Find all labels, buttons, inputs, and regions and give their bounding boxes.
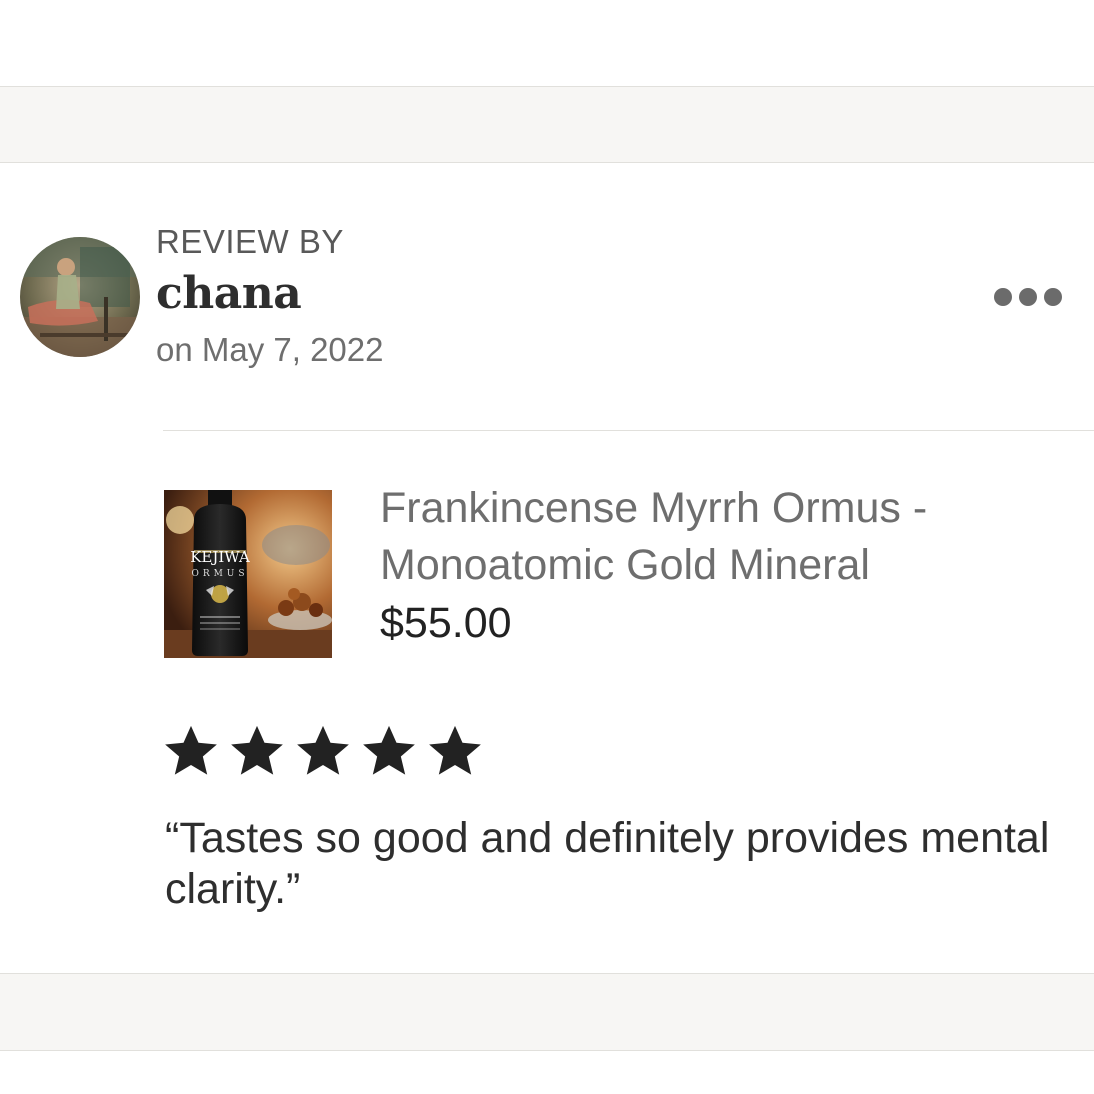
- review-text: “Tastes so good and definitely provides …: [165, 814, 1050, 913]
- star-icon: [231, 725, 283, 775]
- product-title-link[interactable]: Frankincense Myrrh Ormus - Monoatomic Go…: [380, 480, 1060, 594]
- avatar-photo: [20, 237, 140, 357]
- more-dot: [994, 288, 1012, 306]
- star-icon: [363, 725, 415, 775]
- bottle-sub-text: ORMUS: [191, 569, 248, 579]
- more-dot: [1044, 288, 1062, 306]
- star-icon: [429, 725, 481, 775]
- more-options-icon[interactable]: [986, 282, 1070, 312]
- bottom-separator-band: [0, 973, 1094, 1051]
- bottle-brand-text: KEJIWA: [190, 548, 250, 566]
- top-separator-band: [0, 86, 1094, 163]
- product-price: $55.00: [380, 599, 512, 647]
- product-thumbnail[interactable]: KEJIWA ORMUS: [164, 490, 332, 658]
- product-photo: KEJIWA ORMUS: [164, 490, 332, 658]
- star-rating: [162, 722, 484, 780]
- star-icon: [165, 725, 217, 775]
- reviewer-name[interactable]: chana: [156, 266, 302, 322]
- section-divider: [163, 430, 1094, 431]
- review-by-label: REVIEW BY: [156, 223, 344, 260]
- more-dot: [1019, 288, 1037, 306]
- star-icon: [297, 725, 349, 775]
- review-date: on May 7, 2022: [156, 331, 384, 368]
- reviewer-avatar[interactable]: [20, 237, 140, 357]
